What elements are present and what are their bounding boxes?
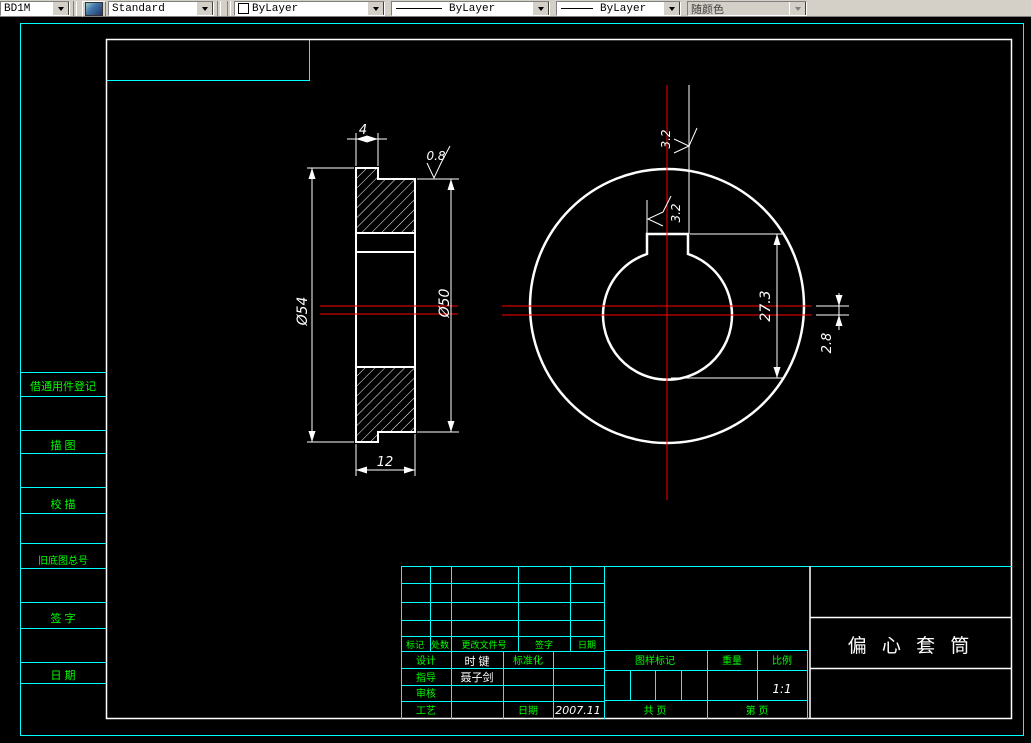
dim-style-manager-icon [85, 1, 103, 16]
cad-drawing: 借通用件登记 描 图 校 描 旧底图总号 签 字 日 期 4 0.8 Ø54 Ø… [20, 23, 1024, 736]
date-label: 日期 [518, 705, 538, 717]
dim-eccentric-offset: 2.8 [820, 333, 835, 354]
page-label: 第 页 [746, 704, 769, 717]
change-header-cell: 更改文件号 [461, 639, 506, 650]
lineweight-control-combo[interactable]: ByLayer [556, 1, 681, 16]
linetype-value: ByLayer [449, 2, 496, 15]
process-label: 工艺 [416, 705, 436, 717]
margin-label: 日 期 [50, 669, 75, 682]
design-label: 设计 [416, 654, 436, 667]
advisor-label: 指导 [416, 671, 436, 684]
chevron-down-icon [372, 7, 379, 14]
toolbar-separator [227, 1, 231, 16]
check-label: 审核 [416, 687, 436, 700]
linetype-control-combo[interactable]: ByLayer [391, 1, 550, 16]
part-name: 偏 心 套 筒 [848, 635, 975, 657]
lineweight-dropdown-button[interactable] [663, 2, 680, 15]
hatch-lower [356, 367, 415, 442]
date-value: 2007.11 [555, 704, 601, 717]
margin-table [21, 372, 106, 684]
margin-label: 校 描 [50, 497, 75, 511]
lineweight-sample-icon [561, 8, 593, 9]
toolbar-separator [73, 1, 77, 16]
dim-outer-dia: Ø54 [295, 297, 311, 327]
plot-style-dropdown-button [789, 2, 806, 15]
design-name: 时 键 [464, 654, 489, 668]
color-dropdown-button[interactable] [367, 2, 384, 15]
sheet-inner-frame [105, 38, 1013, 720]
scale-value: 1:1 [772, 682, 791, 696]
mark-label: 图样标记 [635, 654, 675, 667]
scale-label: 比例 [772, 654, 792, 667]
chevron-down-icon [668, 7, 675, 14]
dim-bore-keyway: 27.3 [758, 290, 774, 321]
color-value: ByLayer [252, 2, 299, 15]
margin-label: 旧底图总号 [38, 554, 88, 567]
lineweight-value: ByLayer [600, 2, 647, 15]
chevron-down-icon [537, 7, 544, 14]
dim-roughness-body: 0.8 [426, 149, 445, 163]
color-control-combo[interactable]: ByLayer [234, 1, 385, 16]
standardization-label: 标准化 [513, 654, 543, 667]
text-style-value: Standard [112, 2, 165, 15]
chevron-down-icon [57, 7, 64, 14]
margin-label: 描 图 [50, 438, 75, 452]
margin-label: 签 字 [50, 611, 75, 625]
total-pages-label: 共 页 [644, 705, 667, 717]
properties-toolbar: BD1M Standard ByLayer ByLayer ByLayer 随颜… [0, 0, 1031, 17]
roughness-symbol [673, 127, 698, 154]
dim-style-combo[interactable]: BD1M [0, 1, 70, 16]
chevron-down-icon [794, 7, 801, 14]
change-header-cell: 处数 [431, 639, 449, 650]
change-header-cell: 日期 [578, 640, 596, 650]
dim-style-dropdown-button[interactable] [52, 2, 69, 15]
text-style-combo[interactable]: Standard [108, 1, 214, 16]
dim-style-value: BD1M [4, 2, 31, 15]
hatch-upper [356, 168, 415, 233]
plot-style-value: 随颜色 [691, 4, 724, 16]
sheet-outer-border [20, 23, 1024, 736]
text-style-dropdown-button[interactable] [196, 2, 213, 15]
chevron-down-icon [201, 7, 208, 14]
linetype-dropdown-button[interactable] [532, 2, 549, 15]
advisor-name: 聂子剑 [461, 670, 494, 684]
color-swatch-icon [238, 3, 249, 14]
margin-label: 借通用件登记 [30, 379, 96, 393]
change-header-cell: 签字 [535, 639, 553, 650]
dim-flange-width: 4 [359, 123, 367, 138]
dim-total-width: 12 [377, 455, 394, 470]
toolbar-separator [217, 1, 221, 16]
dim-style-manager-button[interactable] [82, 0, 106, 17]
dim-body-dia: Ø50 [437, 288, 453, 318]
plot-style-combo: 随颜色 [687, 1, 807, 16]
dim-roughness-top: 3.2 [659, 129, 673, 148]
change-header-cell: 标记 [406, 639, 424, 650]
weight-label: 重量 [722, 654, 742, 667]
drawing-canvas[interactable]: 借通用件登记 描 图 校 描 旧底图总号 签 字 日 期 4 0.8 Ø54 Ø… [0, 17, 1031, 738]
dim-roughness-keyway: 3.2 [669, 203, 683, 222]
margin-table-labels: 借通用件登记 描 图 校 描 旧底图总号 签 字 日 期 [30, 379, 96, 682]
linetype-sample-icon [396, 8, 442, 9]
